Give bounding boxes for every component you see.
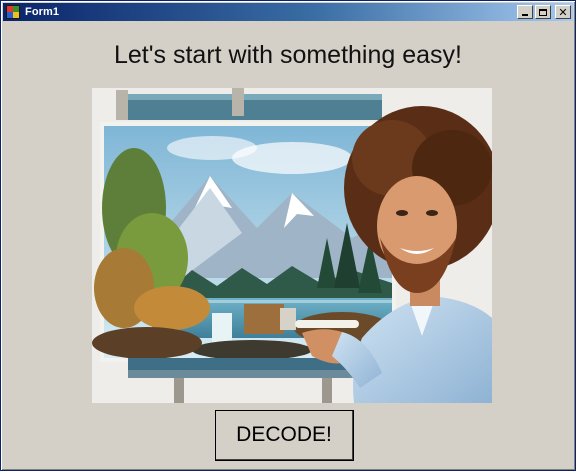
close-icon: ✕ bbox=[558, 5, 568, 19]
window-title: Form1 bbox=[25, 6, 60, 18]
maximize-button[interactable] bbox=[535, 5, 551, 19]
app-icon[interactable] bbox=[6, 5, 20, 19]
close-button[interactable]: ✕ bbox=[555, 5, 571, 19]
decode-button[interactable]: DECODE! bbox=[215, 410, 354, 461]
minimize-button[interactable] bbox=[517, 5, 533, 19]
form-window: Form1 ✕ Let's start with something easy! bbox=[0, 0, 576, 471]
heading-label: Let's start with something easy! bbox=[114, 41, 462, 69]
title-bar[interactable]: Form1 ✕ bbox=[3, 3, 573, 21]
painter-at-easel-photo bbox=[92, 88, 492, 403]
maximize-icon bbox=[539, 8, 547, 16]
title-buttons: ✕ bbox=[517, 5, 571, 19]
minimize-icon bbox=[522, 14, 528, 16]
painter-picture bbox=[92, 88, 492, 403]
